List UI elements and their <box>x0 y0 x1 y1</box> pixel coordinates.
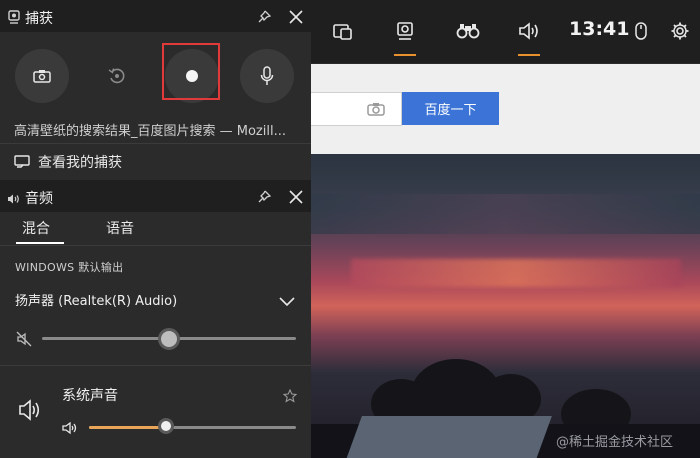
search-input[interactable] <box>311 92 402 126</box>
settings-gear-icon[interactable] <box>667 18 693 44</box>
speaker-muted-icon[interactable] <box>16 331 32 351</box>
audio-widget-icon[interactable] <box>516 18 542 56</box>
record-highlight-box <box>162 43 220 100</box>
audio-panel-icon <box>7 190 21 209</box>
replay-icon <box>108 68 125 84</box>
record-last-30s-button[interactable] <box>90 49 144 103</box>
favorite-star-icon[interactable] <box>282 388 298 407</box>
output-device-name: 扬声器 (Realtek(R) Audio) <box>15 294 178 309</box>
capture-widget-icon[interactable] <box>392 18 418 56</box>
default-output-label: WINDOWS 默认输出 <box>15 261 124 274</box>
gallery-icon <box>14 155 30 168</box>
microphone-button[interactable] <box>240 49 294 103</box>
camera-icon <box>33 70 51 83</box>
app-volume-thumb[interactable] <box>157 418 174 434</box>
tab-mix[interactable]: 混合 <box>22 218 50 238</box>
pin-icon[interactable] <box>257 189 272 208</box>
capture-panel-icon <box>8 9 20 28</box>
audio-title: 音频 <box>25 191 53 207</box>
close-icon[interactable] <box>289 9 303 28</box>
capture-target-description: 高清壁纸的搜索结果_百度图片搜索 — Mozill... <box>14 124 286 139</box>
master-volume-thumb[interactable] <box>158 328 180 350</box>
system-sounds-label: 系统声音 <box>62 388 118 404</box>
screenshot-button[interactable] <box>15 49 69 103</box>
watermark: @稀土掘金技术社区 <box>556 435 674 450</box>
app-volume-fill <box>89 426 166 429</box>
wallpaper-photo <box>311 154 700 458</box>
capture-title: 捕获 <box>25 11 53 27</box>
binoculars-icon[interactable] <box>455 18 481 44</box>
see-my-captures-link[interactable]: 查看我的捕获 <box>14 152 122 172</box>
chevron-down-icon[interactable] <box>279 292 295 311</box>
clock: 13:41 <box>569 18 630 40</box>
close-icon[interactable] <box>289 189 303 208</box>
app-volume-icon[interactable] <box>62 420 78 439</box>
see-my-captures-label: 查看我的捕获 <box>38 155 122 171</box>
divider <box>0 245 311 246</box>
mouse-icon[interactable] <box>628 18 654 44</box>
baidu-search-button[interactable]: 百度一下 <box>402 92 499 125</box>
pin-icon[interactable] <box>257 9 272 28</box>
active-tab-indicator <box>16 242 64 244</box>
app-speaker-icon <box>18 398 44 426</box>
microphone-icon <box>260 66 274 85</box>
divider <box>0 365 311 366</box>
widget-menu-icon[interactable] <box>330 18 356 44</box>
camera-search-icon[interactable] <box>367 101 385 116</box>
divider <box>0 143 311 144</box>
tab-voice[interactable]: 语音 <box>106 218 134 238</box>
